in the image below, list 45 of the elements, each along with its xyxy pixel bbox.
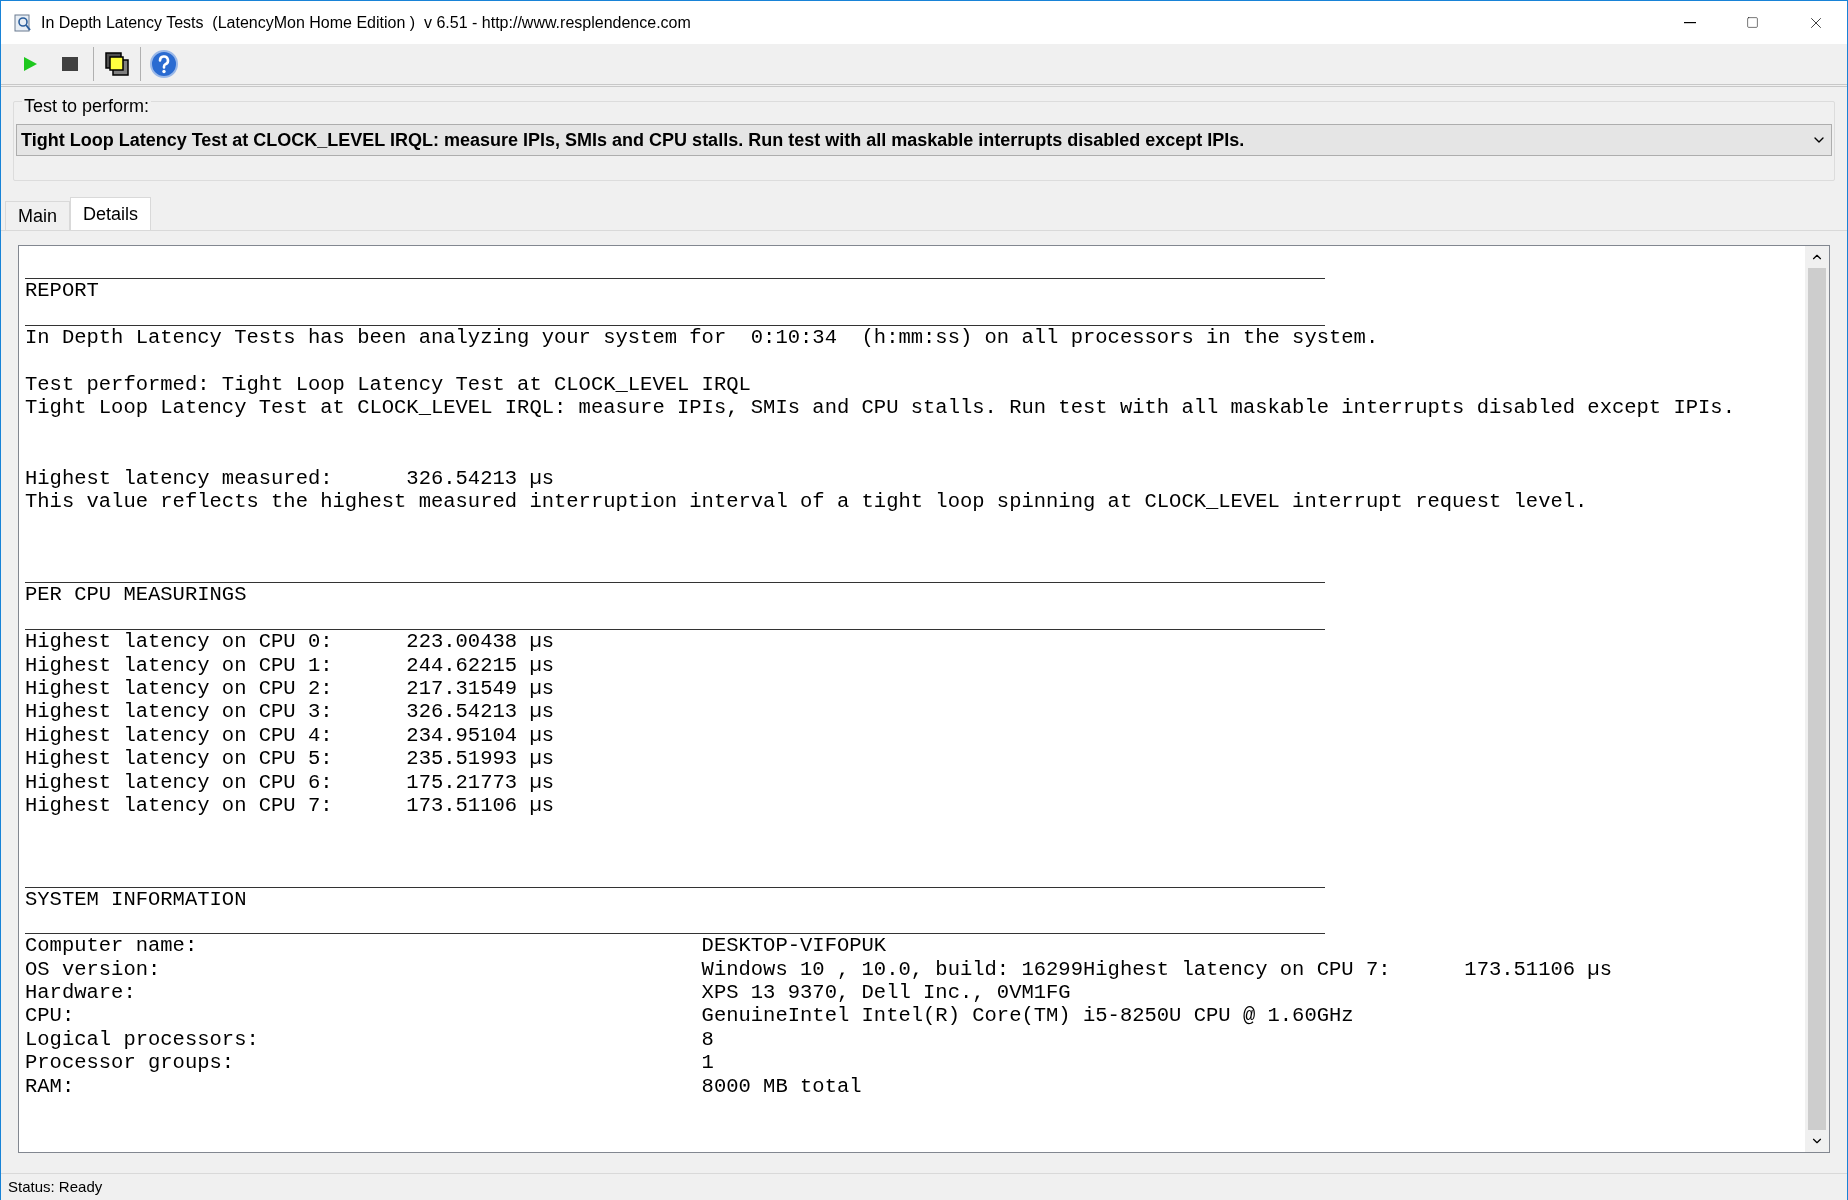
report-text: REPORT <box>25 279 99 303</box>
minimize-icon <box>1683 21 1696 24</box>
info-value: DESKTOP-VIFOPUK <box>701 934 887 958</box>
test-dropdown[interactable]: Tight Loop Latency Test at CLOCK_LEVEL IRQL: measure IPIs, SMIs and CPU stalls. Run test with all maskable interrupts disabled except IPIs. <box>16 124 1832 156</box>
report-text: Tight Loop Latency Test at CLOCK_LEVEL IRQL: measure IPIs, SMIs and CPU stalls. Run test with all maskable interrupts disabled except IPIs. <box>25 396 1735 420</box>
info-label: OS version: <box>25 957 162 982</box>
info-label: RAM: <box>25 1074 76 1099</box>
tab[interactable]: Details <box>70 197 152 230</box>
report-text: Highest latency on CPU 5: 235.51993 µs <box>25 747 554 771</box>
help-button[interactable] <box>147 47 181 81</box>
report-text: Highest latency on CPU 2: 217.31549 µs <box>25 677 554 701</box>
report-text: Highest latency on CPU 1: 244.62215 µs <box>25 653 554 678</box>
info-label: CPU: <box>25 1004 76 1028</box>
info-value: 1 <box>701 1051 714 1075</box>
play-icon <box>21 55 39 73</box>
report-text: In Depth Latency Tests has been analyzing your system for 0:10:34 (h:mm:ss) on all processors in the system. <box>25 326 1379 350</box>
report-text: Test performed: Tight Loop Latency Test at CLOCK_LEVEL IRQL <box>25 372 751 397</box>
maximize-icon <box>1746 16 1759 29</box>
report-text: Highest latency on CPU 6: 175.21773 µs <box>25 770 554 794</box>
stop-icon <box>62 57 78 71</box>
report-text: Highest latency on CPU 7: 173.51106 µs <box>25 793 554 818</box>
info-value: XPS 13 9370, Dell Inc., 0VM1FG <box>701 981 1071 1005</box>
info-value: 8 <box>701 1027 714 1052</box>
info-label: Hardware: <box>25 981 137 1005</box>
status-text: Status: Ready <box>8 1176 103 1197</box>
scroll-thumb[interactable] <box>1808 268 1826 1130</box>
info-label: Logical processors: <box>25 1027 260 1052</box>
app-icon <box>13 12 33 33</box>
report-text: PER CPU MEASURINGS <box>25 583 247 607</box>
report-text: This value reflects the highest measured interruption interval of a tight loop spinning at CLOCK_LEVEL interrupt request level. <box>25 489 1588 514</box>
tab[interactable]: Main <box>5 201 70 230</box>
overlapping-windows-icon <box>103 50 131 78</box>
help-icon <box>149 49 179 79</box>
info-value: GenuineIntel Intel(R) Core(TM) i5-8250U CPU @ 1.60GHz <box>701 1004 1354 1028</box>
info-label: Processor groups: <box>25 1051 236 1075</box>
info-value: 8000 MB total <box>701 1074 862 1099</box>
report-text: SYSTEM INFORMATION <box>25 887 247 911</box>
scrollbar[interactable] <box>1805 246 1829 1152</box>
window-title: In Depth Latency Tests (LatencyMon Home Edition ) v 6.51 - http://www.resplendence.com <box>41 12 691 33</box>
report-text: Highest latency measured: 326.54213 µs <box>25 466 554 490</box>
info-label: Computer name: <box>25 934 199 958</box>
report-text: Highest latency on CPU 3: 326.54213 µs <box>25 700 554 724</box>
report-text: Highest latency on CPU 4: 234.95104 µs <box>25 723 554 748</box>
info-value: Windows 10 , 10.0, build: 16299Highest latency on CPU 7: 173.51106 µs <box>701 957 1612 982</box>
report-text: Highest latency on CPU 0: 223.00438 µs <box>25 630 554 654</box>
